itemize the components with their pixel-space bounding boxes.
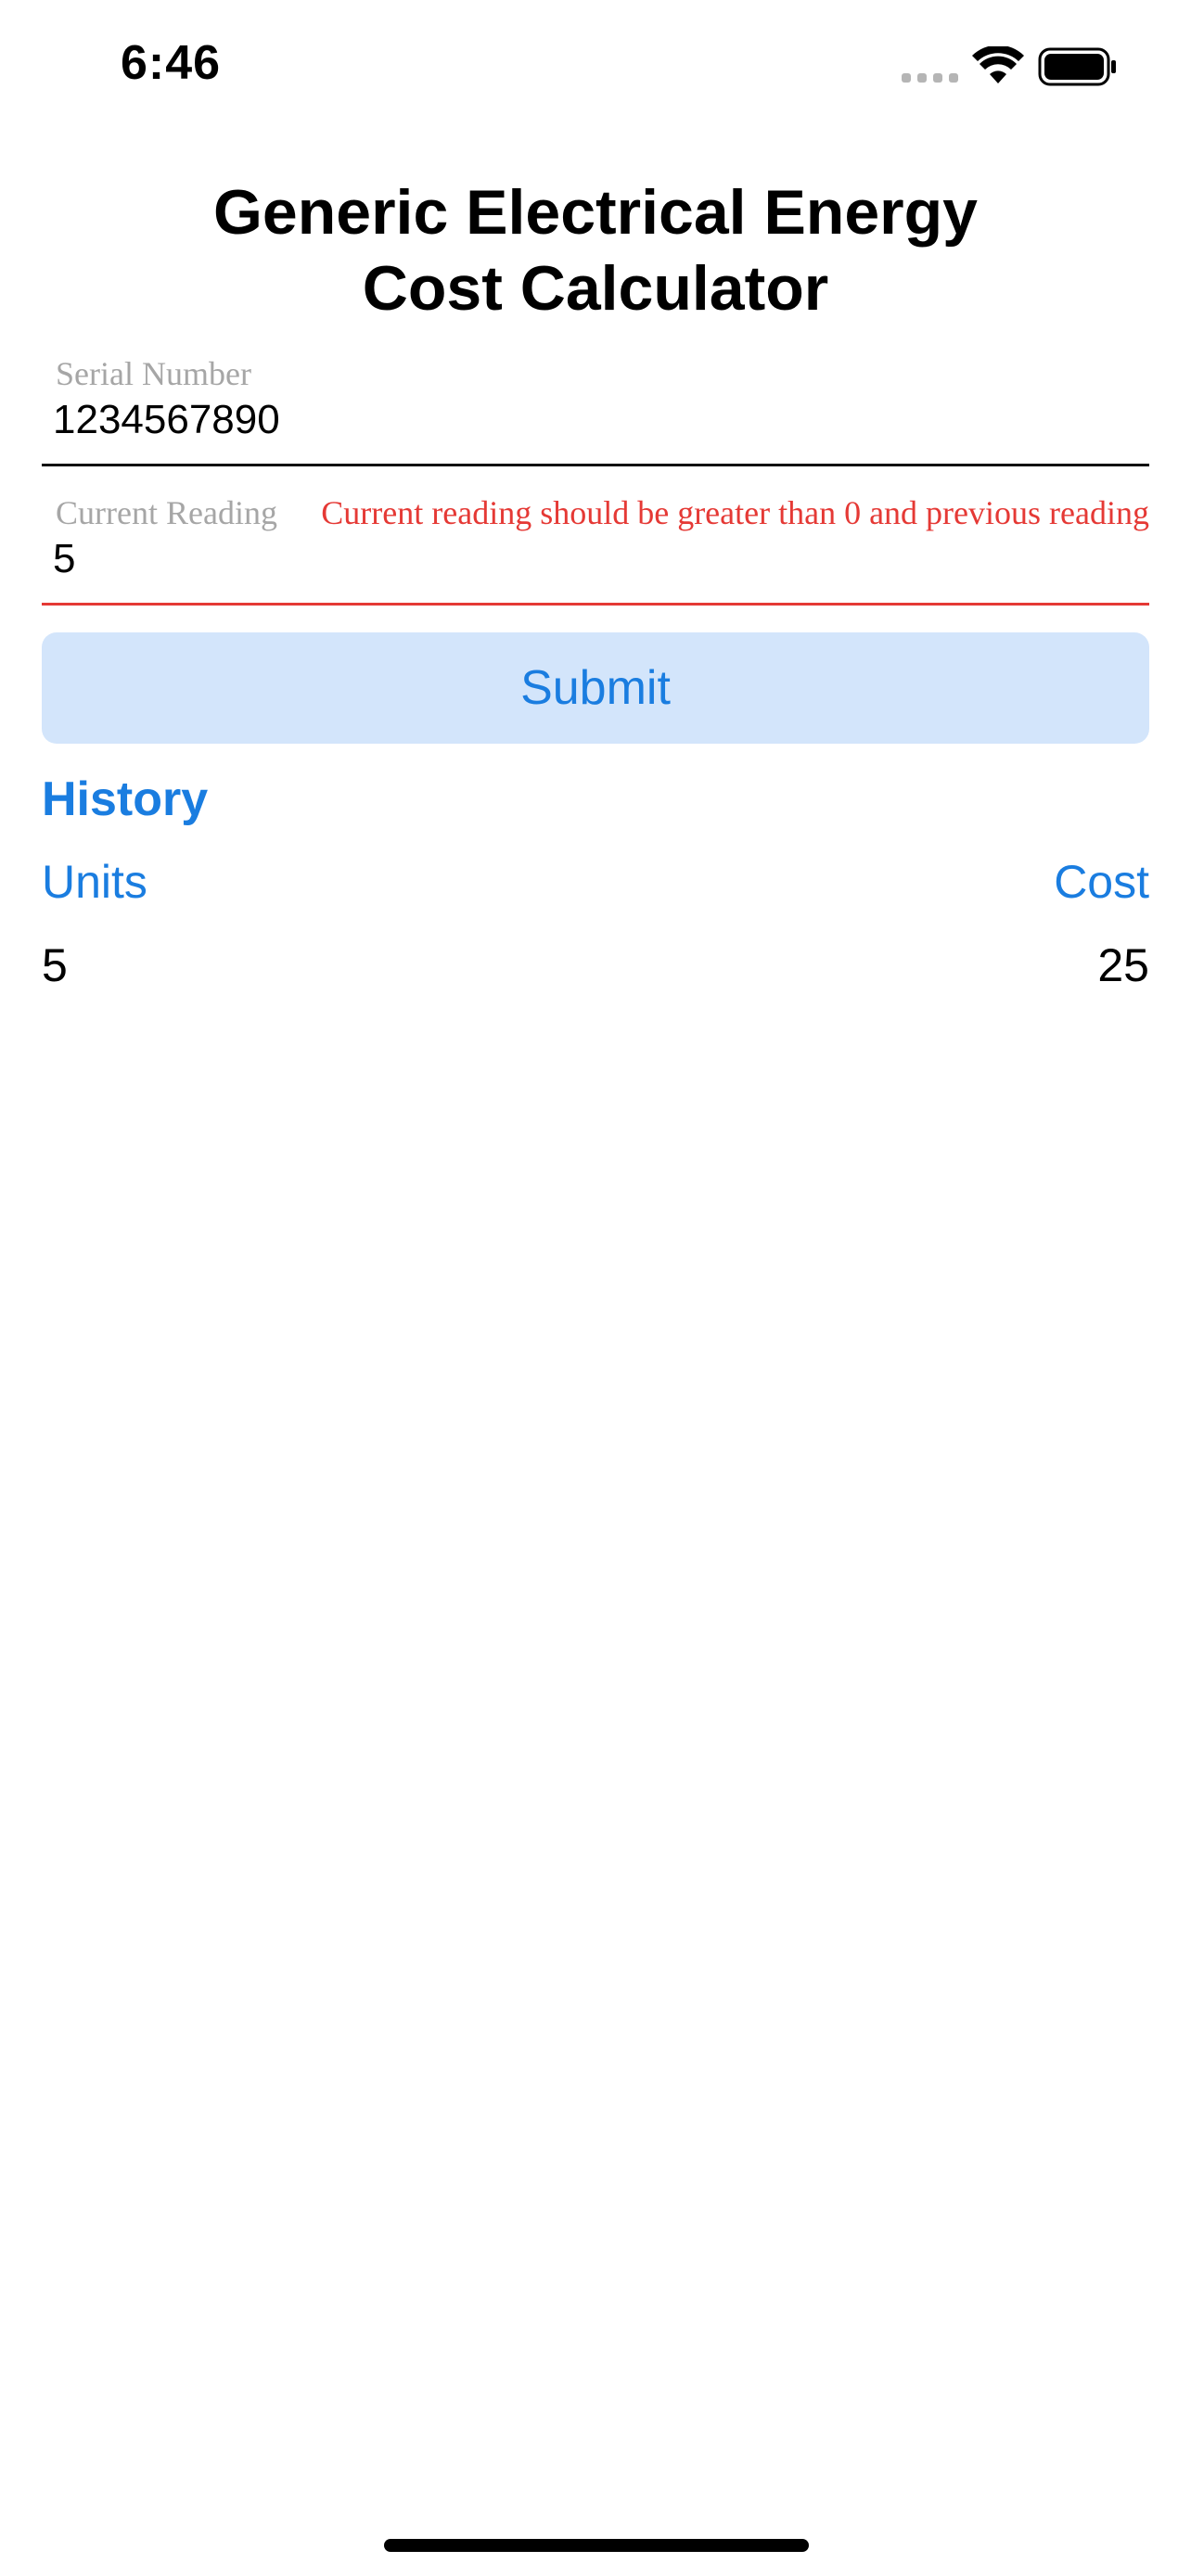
serial-number-field[interactable]: Serial Number 1234567890 [42, 352, 1149, 466]
units-column-header: Units [42, 856, 147, 908]
units-cell: 5 [42, 939, 68, 991]
page-title-line-1: Generic Electrical Energy [213, 177, 978, 248]
page-title: Generic Electrical Energy Cost Calculato… [0, 174, 1191, 326]
current-reading-error-message: Current reading should be greater than 0… [321, 494, 1149, 531]
page-title-line-2: Cost Calculator [362, 253, 829, 324]
signal-dots-icon [902, 73, 958, 83]
status-time: 6:46 [121, 36, 222, 90]
home-indicator[interactable] [384, 2539, 809, 2552]
current-reading-label: Current Reading [56, 494, 277, 531]
cost-column-header: Cost [1054, 856, 1149, 908]
battery-icon [1038, 47, 1116, 86]
wifi-icon [972, 46, 1024, 83]
history-heading: History [42, 772, 209, 826]
history-table-header: Units Cost [42, 855, 1149, 914]
current-reading-field[interactable]: Current Reading Current reading should b… [42, 491, 1149, 606]
cost-cell: 25 [1097, 939, 1149, 991]
table-row: 5 25 [42, 938, 1149, 998]
serial-number-input[interactable]: 1234567890 [53, 397, 280, 443]
current-reading-input[interactable]: 5 [53, 536, 75, 582]
status-bar: 6:46 [0, 0, 1191, 139]
serial-number-label: Serial Number [56, 355, 251, 392]
submit-button[interactable]: Submit [42, 632, 1149, 744]
